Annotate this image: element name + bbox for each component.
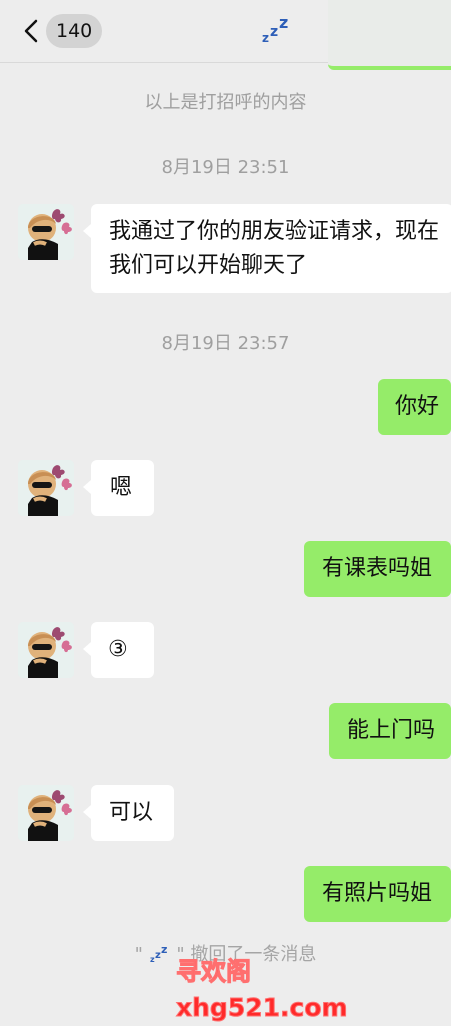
child-photo-icon: [18, 460, 74, 516]
svg-text:z: z: [279, 14, 288, 32]
child-photo-icon: [18, 622, 74, 678]
bubble-tail: [83, 805, 91, 819]
greeting-info-label: 以上是打招呼的内容: [144, 92, 307, 113]
incoming-message-bubble[interactable]: 嗯: [83, 460, 154, 516]
message-text: ③: [108, 637, 128, 662]
contact-avatar[interactable]: [18, 785, 74, 841]
incoming-message-bubble[interactable]: 我通过了你的朋友验证请求，现在我们可以开始聊天了: [83, 204, 451, 293]
contact-avatar[interactable]: [18, 204, 74, 260]
timestamp-label: 8月19日 23:51: [161, 157, 290, 178]
timestamp-label: 8月19日 23:57: [161, 333, 290, 354]
message-text: 有课表吗姐: [322, 556, 433, 581]
svg-text:z: z: [262, 31, 269, 45]
sleep-zzz-icon: z z z: [260, 13, 294, 48]
message-text: 可以: [109, 800, 154, 825]
bubble-tail: [83, 224, 91, 238]
back-button[interactable]: [20, 18, 44, 44]
unread-count-badge[interactable]: 140: [46, 14, 103, 48]
outgoing-message-bubble[interactable]: 你好: [378, 379, 451, 435]
site-watermark: 寻欢阁xhg521.com: [176, 957, 349, 1023]
svg-text:z: z: [161, 944, 167, 956]
incoming-message-bubble[interactable]: ③: [83, 622, 154, 678]
bubble-tail: [83, 642, 91, 656]
chevron-left-icon: [24, 19, 38, 43]
svg-text:z: z: [270, 24, 278, 40]
outgoing-message-bubble[interactable]: 能上门吗: [329, 703, 451, 759]
message-text: 我通过了你的朋友验证请求，现在我们可以开始聊天了: [109, 219, 440, 278]
previous-message-bubble-fragment: [328, 0, 451, 70]
bubble-tail: [83, 480, 91, 494]
message-text: 你好: [395, 394, 440, 419]
child-photo-icon: [18, 785, 74, 841]
message-text: 有照片吗姐: [322, 881, 433, 906]
chat-header: 140 z z z: [0, 0, 451, 70]
contact-avatar[interactable]: [18, 460, 74, 516]
sleep-zzz-icon: z z z: [149, 943, 171, 966]
contact-avatar[interactable]: [18, 622, 74, 678]
outgoing-message-bubble[interactable]: 有照片吗姐: [304, 866, 451, 922]
incoming-message-bubble[interactable]: 可以: [83, 785, 174, 841]
outgoing-message-bubble[interactable]: 有课表吗姐: [304, 541, 451, 597]
child-photo-icon: [18, 204, 74, 260]
message-text: 能上门吗: [347, 718, 436, 743]
message-text: 嗯: [110, 475, 133, 500]
recall-prefix: ": [134, 944, 143, 965]
